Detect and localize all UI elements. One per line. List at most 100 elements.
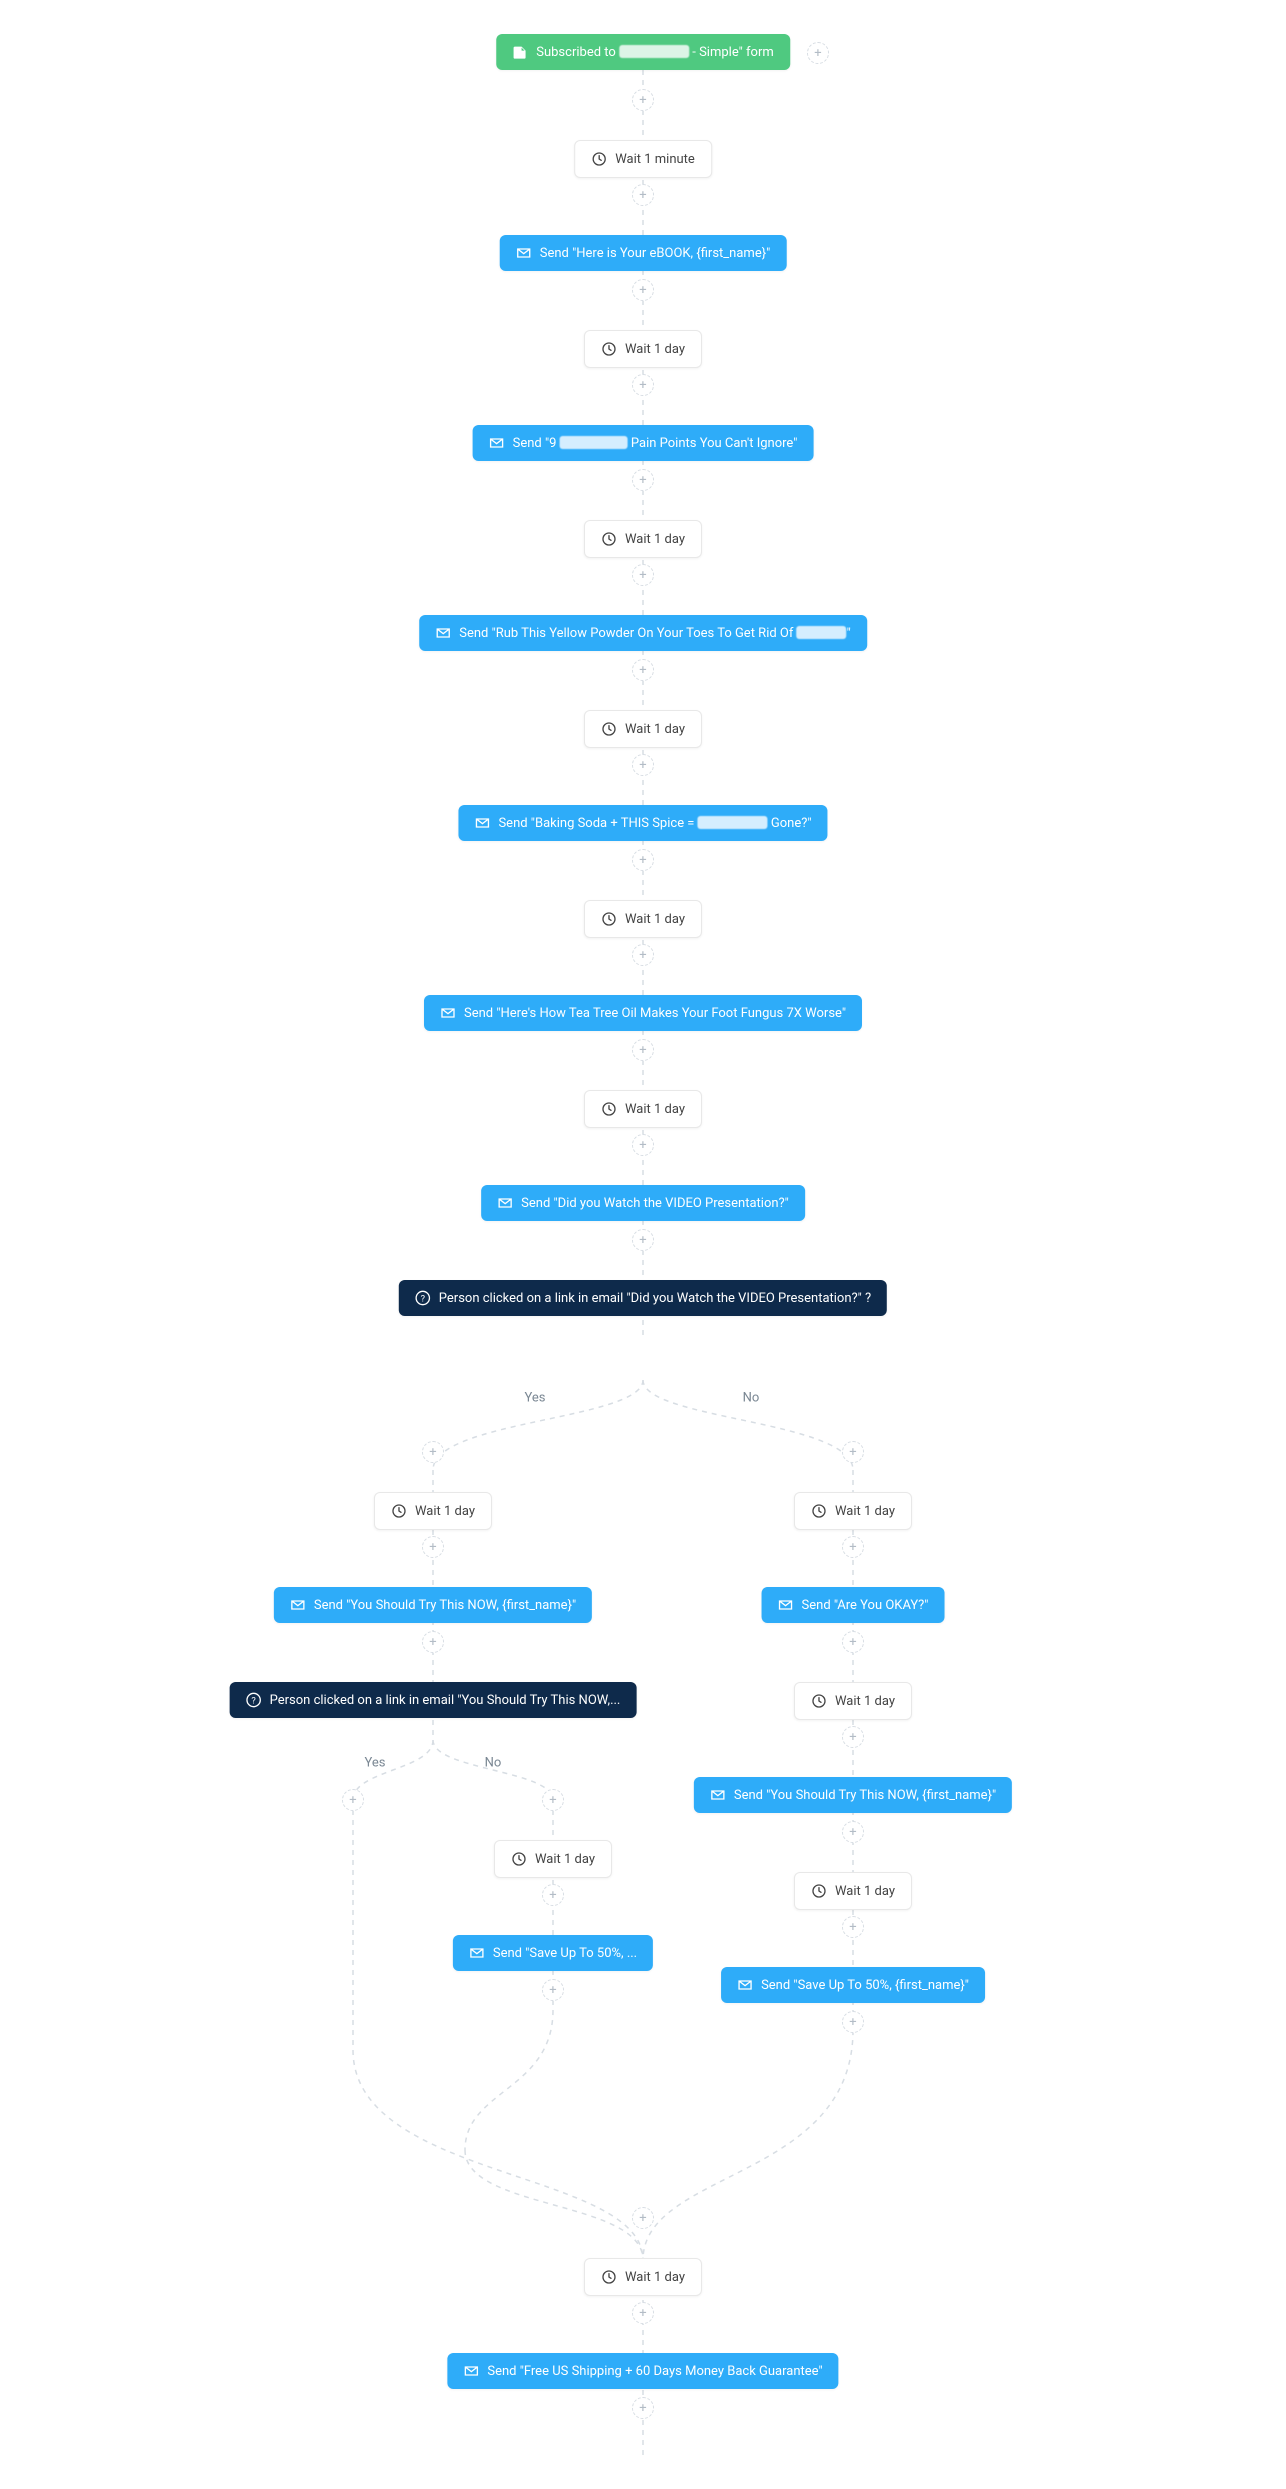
wait-node[interactable]: Wait 1 minute: [574, 140, 712, 178]
clock-icon: [601, 341, 617, 357]
condition-node[interactable]: ? Person clicked on a link in email "Did…: [399, 1280, 887, 1316]
mail-icon: [440, 1005, 456, 1021]
wait-node[interactable]: Wait 1 day: [794, 1682, 912, 1720]
add-step-button[interactable]: +: [842, 2011, 864, 2033]
send-node[interactable]: Send "You Should Try This NOW, {first_na…: [694, 1777, 1012, 1813]
add-step-button[interactable]: +: [842, 1536, 864, 1558]
add-step-button[interactable]: +: [632, 2207, 654, 2229]
add-step-button[interactable]: +: [632, 1039, 654, 1061]
wait-label: Wait 1 day: [625, 912, 685, 927]
send-node[interactable]: Send "Here's How Tea Tree Oil Makes Your…: [424, 995, 862, 1031]
add-step-button[interactable]: +: [842, 1916, 864, 1938]
send-node[interactable]: Send "Free US Shipping + 60 Days Money B…: [447, 2353, 838, 2389]
wait-node[interactable]: Wait 1 day: [584, 2258, 702, 2296]
add-step-button[interactable]: +: [542, 1789, 564, 1811]
add-step-button[interactable]: +: [632, 279, 654, 301]
wait-node[interactable]: Wait 1 day: [794, 1492, 912, 1530]
add-step-button[interactable]: +: [542, 1979, 564, 2001]
add-step-button[interactable]: +: [632, 659, 654, 681]
send-node[interactable]: Send "Rub This Yellow Powder On Your Toe…: [419, 615, 867, 651]
add-step-button[interactable]: +: [632, 1229, 654, 1251]
add-step-button[interactable]: +: [422, 1631, 444, 1653]
add-step-button[interactable]: +: [342, 1789, 364, 1811]
wait-node[interactable]: Wait 1 day: [584, 1090, 702, 1128]
send-node[interactable]: Send "Are You OKAY?": [762, 1587, 945, 1623]
add-step-button[interactable]: +: [632, 469, 654, 491]
wait-node[interactable]: Wait 1 day: [584, 900, 702, 938]
add-step-button[interactable]: +: [842, 1726, 864, 1748]
condition-node[interactable]: ? Person clicked on a link in email "You…: [230, 1682, 637, 1718]
send-node[interactable]: Send "Save Up To 50%, ...: [453, 1935, 653, 1971]
add-step-button[interactable]: +: [632, 2397, 654, 2419]
add-step-button[interactable]: +: [632, 564, 654, 586]
branch-label-yes: Yes: [525, 1391, 546, 1406]
add-step-button[interactable]: +: [632, 754, 654, 776]
branch-label-no: No: [485, 1756, 502, 1771]
send-label: Send "Save Up To 50%, {first_name}": [761, 1978, 969, 1993]
wait-label: Wait 1 day: [625, 532, 685, 547]
clock-icon: [601, 2269, 617, 2285]
send-node[interactable]: Send "You Should Try This NOW, {first_na…: [274, 1587, 592, 1623]
add-step-button[interactable]: +: [422, 1441, 444, 1463]
question-icon: ?: [246, 1692, 262, 1708]
send-label: Send "Free US Shipping + 60 Days Money B…: [487, 2364, 822, 2379]
add-step-button[interactable]: +: [632, 944, 654, 966]
wait-label: Wait 1 day: [625, 1102, 685, 1117]
send-label: Send "You Should Try This NOW, {first_na…: [314, 1598, 576, 1613]
add-step-button[interactable]: +: [422, 1536, 444, 1558]
mail-icon: [710, 1787, 726, 1803]
automation-flow-canvas[interactable]: .dash{stroke:#d7dde3;stroke-width:1.5;st…: [0, 0, 1286, 2489]
add-step-button[interactable]: +: [807, 42, 829, 64]
wait-node[interactable]: Wait 1 day: [584, 710, 702, 748]
mail-icon: [290, 1597, 306, 1613]
add-step-button[interactable]: +: [632, 849, 654, 871]
clock-icon: [601, 1101, 617, 1117]
mail-icon: [435, 625, 451, 641]
wait-node[interactable]: Wait 1 day: [374, 1492, 492, 1530]
add-step-button[interactable]: +: [542, 1884, 564, 1906]
add-step-button[interactable]: +: [632, 184, 654, 206]
add-step-button[interactable]: +: [632, 2302, 654, 2324]
mail-icon: [474, 815, 490, 831]
trigger-node[interactable]: Subscribed to - Simple" form: [496, 34, 790, 70]
add-step-button[interactable]: +: [842, 1631, 864, 1653]
send-label: Send "9 Pain Points You Can't Ignore": [513, 436, 798, 451]
add-step-button[interactable]: +: [842, 1821, 864, 1843]
clock-icon: [391, 1503, 407, 1519]
wait-node[interactable]: Wait 1 day: [584, 330, 702, 368]
mail-icon: [737, 1977, 753, 1993]
svg-text:?: ?: [251, 1695, 256, 1706]
send-node[interactable]: Send "Save Up To 50%, {first_name}": [721, 1967, 985, 2003]
send-node[interactable]: Send "9 Pain Points You Can't Ignore": [473, 425, 814, 461]
mail-icon: [516, 245, 532, 261]
question-icon: ?: [415, 1290, 431, 1306]
add-step-button[interactable]: +: [632, 374, 654, 396]
svg-text:?: ?: [421, 1293, 426, 1304]
wait-node[interactable]: Wait 1 day: [584, 520, 702, 558]
clock-icon: [811, 1503, 827, 1519]
send-label: Send "Here is Your eBOOK, {first_name}": [540, 246, 771, 261]
wait-label: Wait 1 day: [835, 1504, 895, 1519]
branch-label-no: No: [743, 1391, 760, 1406]
send-node[interactable]: Send "Did you Watch the VIDEO Presentati…: [481, 1185, 805, 1221]
form-icon: [512, 44, 528, 60]
wait-node[interactable]: Wait 1 day: [794, 1872, 912, 1910]
send-label: Send "Here's How Tea Tree Oil Makes Your…: [464, 1006, 846, 1021]
send-node[interactable]: Send "Baking Soda + THIS Spice = Gone?": [458, 805, 827, 841]
clock-icon: [601, 721, 617, 737]
clock-icon: [811, 1883, 827, 1899]
mail-icon: [497, 1195, 513, 1211]
send-node[interactable]: Send "Here is Your eBOOK, {first_name}": [500, 235, 787, 271]
wait-label: Wait 1 day: [625, 722, 685, 737]
add-step-button[interactable]: +: [632, 89, 654, 111]
add-step-button[interactable]: +: [632, 1134, 654, 1156]
wait-node[interactable]: Wait 1 day: [494, 1840, 612, 1878]
clock-icon: [511, 1851, 527, 1867]
send-label: Send "Baking Soda + THIS Spice = Gone?": [498, 816, 811, 831]
condition-label: Person clicked on a link in email "You S…: [270, 1693, 621, 1708]
condition-label: Person clicked on a link in email "Did y…: [439, 1291, 871, 1306]
send-label: Send "Rub This Yellow Powder On Your Toe…: [459, 626, 851, 641]
mail-icon: [778, 1597, 794, 1613]
send-label: Send "Did you Watch the VIDEO Presentati…: [521, 1196, 789, 1211]
add-step-button[interactable]: +: [842, 1441, 864, 1463]
